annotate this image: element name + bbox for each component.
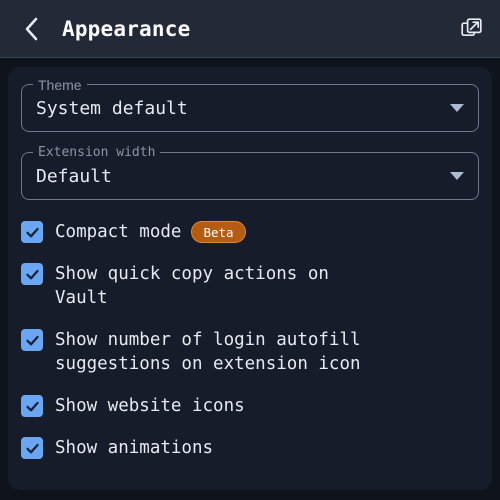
checkbox-row-show-quick-copy-actions[interactable]: Show quick copy actions on Vault	[21, 262, 479, 310]
checkbox-label-show-quick-copy-actions: Show quick copy actions on Vault	[55, 264, 329, 308]
content-area: Theme System default Extension width Def…	[0, 58, 500, 500]
check-icon	[25, 443, 39, 453]
checkbox-show-autofill-suggestions-count[interactable]	[21, 329, 43, 351]
checkbox-row-show-animations[interactable]: Show animations	[21, 436, 479, 460]
page-title: Appearance	[62, 16, 191, 41]
back-button[interactable]	[16, 14, 46, 44]
checkbox-show-animations[interactable]	[21, 437, 43, 459]
beta-badge: Beta	[191, 221, 246, 243]
checkbox-label-wrap-show-autofill-suggestions-count: Show number of login autofill suggestion…	[55, 328, 385, 376]
checkbox-row-compact-mode[interactable]: Compact mode Beta	[21, 220, 479, 244]
check-icon	[25, 335, 39, 345]
checkbox-label-wrap-compact-mode: Compact mode Beta	[55, 220, 246, 244]
page-header: Appearance	[0, 0, 500, 58]
popout-icon	[460, 18, 482, 37]
check-icon	[25, 227, 39, 237]
extension-width-select-value: Default	[36, 165, 112, 187]
checkbox-label-compact-mode: Compact mode	[55, 222, 182, 242]
check-icon	[25, 269, 39, 279]
theme-select-value: System default	[36, 97, 188, 119]
checkbox-label-wrap-show-quick-copy-actions: Show quick copy actions on Vault	[55, 262, 385, 310]
chevron-down-icon	[450, 172, 464, 180]
extension-width-select-label: Extension width	[33, 145, 161, 161]
checkbox-row-show-autofill-suggestions-count[interactable]: Show number of login autofill suggestion…	[21, 328, 479, 376]
theme-select-label: Theme	[33, 77, 87, 93]
checkbox-label-show-website-icons: Show website icons	[55, 396, 245, 416]
check-icon	[25, 401, 39, 411]
checkbox-show-website-icons[interactable]	[21, 395, 43, 417]
extension-width-select[interactable]: Extension width Default	[21, 145, 479, 200]
appearance-settings-page: Appearance Theme System default Extensio…	[0, 0, 500, 500]
checkbox-label-wrap-show-website-icons: Show website icons	[55, 394, 245, 418]
chevron-left-icon	[25, 17, 37, 40]
checkbox-show-quick-copy-actions[interactable]	[21, 263, 43, 285]
chevron-down-icon	[450, 104, 464, 112]
settings-panel: Theme System default Extension width Def…	[8, 67, 492, 490]
checkbox-label-show-autofill-suggestions-count: Show number of login autofill suggestion…	[55, 330, 361, 374]
popout-button[interactable]	[456, 14, 486, 44]
checkbox-row-show-website-icons[interactable]: Show website icons	[21, 394, 479, 418]
checkbox-label-show-animations: Show animations	[55, 438, 214, 458]
checkbox-label-wrap-show-animations: Show animations	[55, 436, 213, 460]
checkbox-compact-mode[interactable]	[21, 221, 43, 243]
theme-select[interactable]: Theme System default	[21, 77, 479, 132]
